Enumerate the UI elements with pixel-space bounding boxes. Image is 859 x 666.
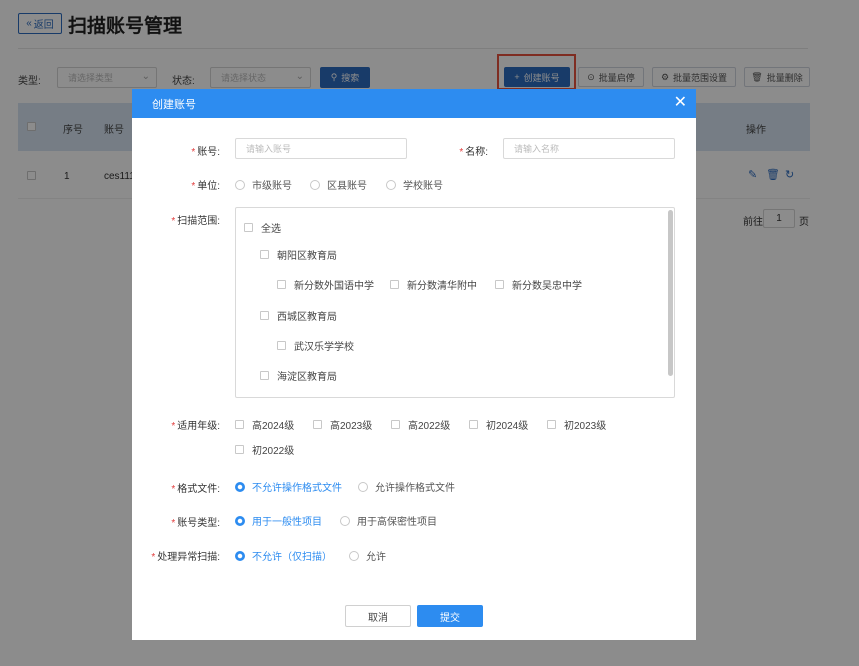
dialog-title: 创建账号 xyxy=(152,98,196,111)
tree-district-haidian[interactable]: 海淀区教育局 xyxy=(260,368,337,383)
tree-school-item[interactable]: 新分数外国语中学 xyxy=(277,277,374,292)
account-input[interactable]: 请输入账号 xyxy=(235,138,407,159)
account-type-confidential[interactable]: 用于高保密性项目 xyxy=(340,513,437,528)
format-option-allow[interactable]: 允许操作格式文件 xyxy=(358,479,455,494)
grade-option[interactable]: 初2022级 xyxy=(235,442,294,457)
account-type-general[interactable]: 用于一般性项目 xyxy=(235,513,322,528)
scope-tree: 全选 朝阳区教育局 新分数外国语中学 新分数清华附中 新分数吴忠中学 西城区教育… xyxy=(235,207,675,398)
format-option-disallow[interactable]: 不允许操作格式文件 xyxy=(235,479,342,494)
unit-field-label: * 单位: xyxy=(191,181,220,192)
grade-option[interactable]: 初2024级 xyxy=(469,417,528,432)
tree-scrollbar[interactable] xyxy=(668,210,673,376)
create-account-dialog: 创建账号 ✕ * 账号: 请输入账号 * 名称: 请输入名称 * 单位: 市级账号 区… xyxy=(132,89,696,640)
grade-field-label: * 适用年级: xyxy=(171,421,220,432)
name-field-label: * 名称: xyxy=(459,147,488,158)
name-input[interactable]: 请输入名称 xyxy=(503,138,675,159)
account-field-label: * 账号: xyxy=(191,147,220,158)
unit-option-city[interactable]: 市级账号 xyxy=(235,177,292,192)
tree-school-item[interactable]: 新分数清华附中 xyxy=(390,277,477,292)
cancel-button[interactable]: 取消 xyxy=(345,605,411,627)
tree-school-item[interactable]: 武汉乐学学校 xyxy=(277,338,354,353)
tree-district-xicheng[interactable]: 西城区教育局 xyxy=(260,308,337,323)
grade-option[interactable]: 高2023级 xyxy=(313,417,372,432)
submit-button[interactable]: 提交 xyxy=(417,605,483,627)
tree-school-item[interactable]: 新分数吴忠中学 xyxy=(495,277,582,292)
scope-field-label: * 扫描范围: xyxy=(171,216,220,227)
grade-option[interactable]: 高2024级 xyxy=(235,417,294,432)
tree-select-all[interactable]: 全选 xyxy=(244,220,281,235)
unit-option-district[interactable]: 区县账号 xyxy=(310,177,367,192)
tree-district-chaoyang[interactable]: 朝阳区教育局 xyxy=(260,247,337,262)
dialog-header: 创建账号 xyxy=(132,89,696,118)
grade-option[interactable]: 初2023级 xyxy=(547,417,606,432)
account-type-field-label: * 账号类型: xyxy=(171,518,220,529)
format-field-label: * 格式文件: xyxy=(171,484,220,495)
anomaly-option-disallow[interactable]: 不允许（仅扫描） xyxy=(235,548,332,563)
close-icon[interactable]: ✕ xyxy=(674,93,687,113)
anomaly-option-allow[interactable]: 允许 xyxy=(349,548,386,563)
unit-option-school[interactable]: 学校账号 xyxy=(386,177,443,192)
grade-option[interactable]: 高2022级 xyxy=(391,417,450,432)
anomaly-field-label: * 处理异常扫描: xyxy=(151,552,220,563)
